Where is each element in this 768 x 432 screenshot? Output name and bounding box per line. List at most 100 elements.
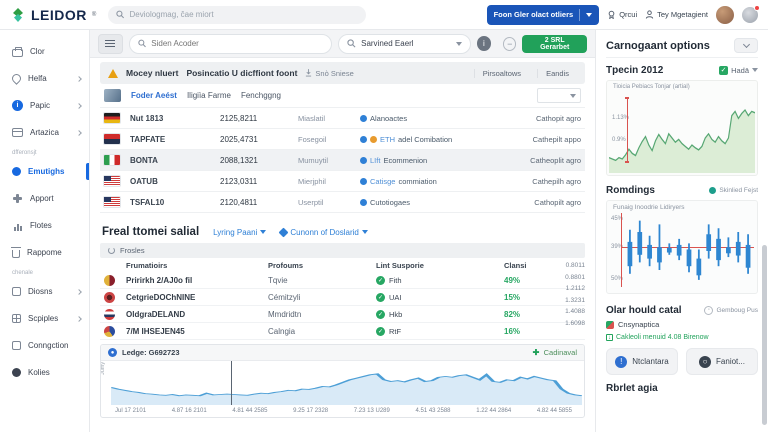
x-axis-label: Jul 17 2101 (115, 408, 146, 414)
rate-company[interactable]: ETH adel Comibation (360, 135, 489, 144)
global-search-input[interactable] (130, 10, 359, 19)
profile-name: 7/M IHSEJEN45 (126, 327, 268, 336)
collapse-button[interactable]: − (503, 37, 516, 51)
chart-cursor-line[interactable] (231, 361, 232, 405)
rate-company[interactable]: Cutotiogaes (360, 198, 489, 207)
alert-download-link[interactable]: Snò Sniese (305, 69, 353, 78)
table-search-input[interactable] (151, 39, 323, 48)
ntclantara-button[interactable]: ! Ntclantara (606, 348, 678, 375)
nav-link-label: Tey Mgetagient (657, 10, 708, 19)
alert-action-1[interactable]: Pirsoaltows (474, 69, 529, 78)
profile-col2: Cémitzyli (268, 293, 376, 302)
sidebar-item-conngction[interactable]: Conngction (0, 332, 89, 359)
row-select-dropdown[interactable] (537, 88, 581, 103)
axis-value: 1.3231 (565, 295, 585, 307)
feature-link[interactable]: Foder Aeést (131, 91, 177, 100)
sidebar-item-label: Kolies (28, 368, 50, 377)
status-badge: ✓RtF (376, 327, 504, 336)
chevron-right-icon (76, 76, 82, 82)
table-row[interactable]: 7/M IHSEJEN45Calngia✓RtF16% (100, 323, 585, 340)
sidebar-item-helfa[interactable]: Helfa (0, 65, 89, 92)
user-avatar[interactable] (716, 6, 734, 24)
alert-action-2[interactable]: Eandis (537, 69, 577, 78)
sidebar-item-clor[interactable]: Clor (0, 38, 89, 65)
rate-company[interactable]: Catisge commiation (360, 177, 489, 186)
table-search[interactable] (129, 34, 332, 54)
lyring-paani-link[interactable]: Lyring Paani (213, 228, 266, 237)
logo-text: LEIDOR (31, 7, 87, 23)
table-row[interactable]: TSFAL102120,4811UserptilCutotiogaesCatho… (100, 192, 585, 213)
ledge-chart-body[interactable]: Jumy (101, 361, 584, 405)
sidebar-item-rappome[interactable]: Rappome (0, 239, 89, 266)
sidebar-item-flotes[interactable]: Flotes (0, 212, 89, 239)
axis-value: 0.8011 (565, 260, 585, 272)
rate-status: Mumuytil (298, 156, 360, 165)
info-icon: i (12, 100, 23, 111)
alert-label: Mocey nluert (126, 68, 178, 78)
alert-bar: Mocey nluert Posincatio U dicffiont foon… (100, 62, 585, 84)
sidebar-item-diosns[interactable]: Diosns (0, 278, 89, 305)
profile-name: CetgrieDOChNINE (126, 293, 268, 302)
hada-dropdown[interactable]: ✓ Hadā (719, 66, 758, 75)
sidebar-item-artazica[interactable]: Artazica (0, 119, 89, 146)
company-text: adel Comibation (398, 135, 452, 144)
sidebar-item-emutighs[interactable]: Emutighs (0, 158, 89, 185)
primary-action-label: Foon Gler olact otliers (494, 10, 574, 19)
gemboug-link[interactable]: ◦ Gemboug Pus (704, 306, 758, 315)
filter-select[interactable]: Sarvined Eaerl (338, 34, 471, 54)
nav-link-account[interactable]: Tey Mgetagient (645, 10, 708, 19)
global-search[interactable] (108, 6, 366, 24)
ledge-chart-card: ● Ledge: G692723 ✚ Cadinaval Jumy Jul 17… (100, 344, 585, 418)
check-icon: ✓ (376, 327, 385, 336)
table-row[interactable]: Pririrkh 2/AJ0o filTqvie✓Fith49% (100, 272, 585, 289)
secondary-avatar[interactable] (742, 7, 758, 23)
rate-category: Cathepilt appo (489, 135, 581, 144)
cunonn-doslarid-link[interactable]: Cunonn of Doslarid (280, 228, 367, 237)
rate-status: Miaslatil (298, 114, 360, 123)
thumbnail-image (104, 89, 121, 102)
feature-col3: Fenchggng (241, 91, 281, 100)
green-link-row[interactable]: ↓ Cakleoli menuid 4.08 Birenow (606, 331, 758, 344)
briefcase-icon (12, 49, 23, 57)
candlestick-chart[interactable]: Funaig Inoodrie Lidiryers 45% 39% 50% (606, 200, 758, 294)
nav-link-qrcui[interactable]: Qrcui (607, 10, 637, 19)
app-logo[interactable]: LEIDOR ® (10, 7, 100, 23)
table-row[interactable]: TAPFATE2025,4731FosegoilETH adel Comibat… (100, 129, 585, 150)
rate-company[interactable]: LIft Ecommenion (360, 156, 489, 165)
sidebar-item-papic[interactable]: iPapic (0, 92, 89, 119)
table-row[interactable]: BONTA2088,1321MumuytilLIft EcommenionCat… (100, 150, 585, 171)
right-panel: Carnogaant options Tpecin 2012 ✓ Hadā Ti… (595, 30, 768, 432)
app-window: LEIDOR ® Foon Gler olact otliers Qrcui (0, 0, 768, 432)
frosles-bar[interactable]: Frosles (100, 243, 585, 258)
sidebar-item-apport[interactable]: Apport (0, 185, 89, 212)
table-row[interactable]: Nut 18132125,8211MiaslatilAlanoactesCath… (100, 108, 585, 129)
tpecin-header: Tpecin 2012 ✓ Hadā (606, 60, 758, 80)
info-button[interactable]: i (477, 36, 491, 51)
collapse-panel-button[interactable] (734, 38, 758, 53)
company-text: Cutotiogaes (370, 198, 410, 207)
company-link: LIft (370, 156, 380, 165)
rate-status: Fosegoil (298, 135, 360, 144)
faniot-button[interactable]: ○ Faniot... (686, 348, 758, 375)
rate-company[interactable]: Alanoactes (360, 114, 489, 123)
green-chart-title: Tioicia Pebiacs Tonjar (artial) (613, 84, 690, 90)
table-row[interactable]: OATUB2123,0311MierjphilCatisge commiatio… (100, 171, 585, 192)
primary-action-button[interactable]: Foon Gler olact otliers (487, 5, 600, 25)
table-row[interactable]: OldgraDELANDMmdridtn✓Hkb82% (100, 306, 585, 323)
table-row[interactable]: CetgrieDOChNINECémitzyli✓UAI15% (100, 289, 585, 306)
grid-icon (12, 314, 21, 323)
cadinaval-link[interactable]: ✚ Cadinaval (533, 348, 577, 357)
status-badge: ✓Hkb (376, 310, 504, 319)
axis-value: 1.2112 (565, 283, 585, 295)
green-area-chart[interactable]: Tioicia Pebiacs Tonjar (artial) 1.13% 0.… (606, 80, 758, 176)
menu-button[interactable] (98, 34, 123, 54)
sidebar-item-label: Emutighs (28, 167, 64, 176)
generate-button[interactable]: 2 SRL Gerarbet (522, 35, 587, 53)
sidebar-item-scpiples[interactable]: Scpiples (0, 305, 89, 332)
olar-title: Olar hould catal (606, 305, 682, 316)
blue-dot-icon (360, 136, 367, 143)
rate-status: Mierjphil (298, 177, 360, 186)
sidebar-item-kolies[interactable]: Kolies (0, 359, 89, 386)
page-scrollbar[interactable] (762, 245, 767, 425)
country-flag-icon (104, 326, 115, 337)
